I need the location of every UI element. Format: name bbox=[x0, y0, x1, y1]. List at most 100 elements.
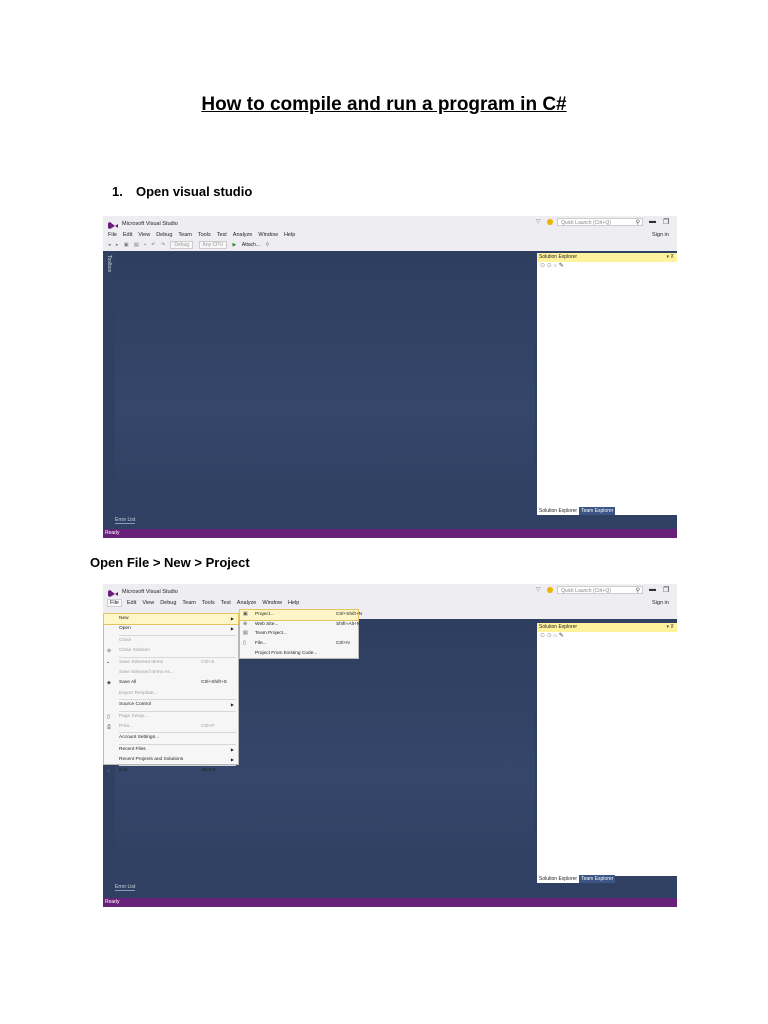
menu-test[interactable]: Test bbox=[221, 600, 231, 606]
menu-window[interactable]: Window bbox=[262, 600, 282, 606]
sign-in-link[interactable]: Sign in bbox=[652, 600, 669, 606]
file-menu-item-shortcut: Ctrl+S bbox=[201, 659, 215, 665]
file-menu-item-shortcut: Ctrl+Shift+S bbox=[201, 680, 227, 686]
file-menu-item[interactable]: ⎙ Print... Ctrl+P bbox=[104, 722, 238, 732]
file-menu-item[interactable]: Export Template... bbox=[104, 689, 238, 699]
new-submenu-item[interactable]: ▯ File... Ctrl+N bbox=[240, 639, 358, 649]
attach-button[interactable]: Attach... bbox=[242, 242, 260, 248]
back-icon[interactable]: ◂ bbox=[108, 242, 111, 248]
new-submenu-item-label: Project From Existing Code... bbox=[255, 650, 318, 656]
new-submenu-item[interactable]: ⊕ Web Site... Shift+Alt+N bbox=[240, 620, 360, 630]
file-menu-item-label: Print... bbox=[119, 723, 133, 729]
menu-tools[interactable]: Tools bbox=[198, 232, 211, 238]
minimize-icon[interactable]: ▬ bbox=[649, 586, 656, 593]
menu-help[interactable]: Help bbox=[288, 600, 299, 606]
menu-tools[interactable]: Tools bbox=[202, 600, 215, 606]
menu-edit[interactable]: Edit bbox=[123, 232, 132, 238]
print-icon: ⎙ bbox=[107, 723, 112, 730]
file-menu-item[interactable]: Save Selected Items As... bbox=[104, 668, 238, 678]
file-menu-item[interactable]: ▪ Save Selected Items Ctrl+S bbox=[104, 658, 238, 668]
menu-edit[interactable]: Edit bbox=[127, 600, 136, 606]
back-icon[interactable]: ⊙ bbox=[540, 633, 545, 639]
file-menu-item-label: Save Selected Items bbox=[119, 659, 163, 665]
redo-icon[interactable]: ↷ bbox=[161, 242, 165, 248]
restore-icon[interactable]: ❐ bbox=[663, 218, 669, 226]
forward-icon[interactable]: ⊙ bbox=[547, 633, 552, 639]
tab-team-explorer[interactable]: Team Explorer bbox=[579, 875, 616, 883]
file-menu-item-label: Close bbox=[119, 637, 132, 643]
feedback-smiley-icon[interactable] bbox=[547, 219, 553, 225]
properties-icon[interactable]: ✎ bbox=[559, 633, 564, 639]
properties-icon[interactable]: ✎ bbox=[559, 263, 564, 269]
undo-icon[interactable]: ↶ bbox=[151, 242, 155, 248]
file-menu-item[interactable]: ⊘ Close Solution bbox=[104, 646, 238, 656]
search-icon: ⚲ bbox=[635, 588, 640, 594]
new-submenu-item[interactable]: Project From Existing Code... bbox=[240, 649, 358, 659]
file-menu-item[interactable]: ▯ Page Setup... bbox=[104, 712, 238, 722]
sign-in-link[interactable]: Sign in bbox=[652, 232, 669, 238]
open-icon[interactable]: ▤ bbox=[134, 242, 139, 248]
tab-team-explorer[interactable]: Team Explorer bbox=[579, 507, 616, 515]
toolbox-tab[interactable]: Toolbox bbox=[105, 255, 112, 272]
new-submenu-item[interactable]: ▤ Team Project... bbox=[240, 629, 358, 639]
window-title: Microsoft Visual Studio bbox=[122, 221, 178, 227]
error-list-tab[interactable]: Error List bbox=[115, 517, 136, 524]
menu-team[interactable]: Team bbox=[182, 600, 195, 606]
find-icon[interactable]: ⚲ bbox=[265, 242, 269, 248]
new-submenu-item-shortcut: Ctrl+Shift+N bbox=[336, 612, 363, 617]
file-menu-item[interactable]: Source Control ▶ bbox=[104, 700, 238, 710]
forward-icon[interactable]: ⊙ bbox=[547, 263, 552, 269]
quick-launch-input[interactable]: Quick Launch (Ctrl+Q) ⚲ bbox=[557, 586, 643, 594]
quick-launch-input[interactable]: Quick Launch (Ctrl+Q) ⚲ bbox=[557, 218, 643, 226]
file-menu-item-label: Open bbox=[119, 626, 131, 632]
tab-solution-explorer[interactable]: Solution Explorer bbox=[537, 875, 580, 883]
home-icon[interactable]: ⌂ bbox=[553, 633, 557, 639]
menu-debug[interactable]: Debug bbox=[160, 600, 176, 606]
exit-icon: ■ bbox=[107, 768, 111, 775]
new-submenu-item[interactable]: ▣ Project... Ctrl+Shift+N bbox=[239, 609, 362, 621]
menu-analyze[interactable]: Analyze bbox=[233, 232, 253, 238]
menu-team[interactable]: Team bbox=[178, 232, 191, 238]
menu-help[interactable]: Help bbox=[284, 232, 295, 238]
menu-analyze[interactable]: Analyze bbox=[237, 600, 257, 606]
platform-dropdown[interactable]: Any CPU bbox=[198, 241, 228, 249]
window-title: Microsoft Visual Studio bbox=[122, 589, 178, 595]
save-icon[interactable]: ▪ bbox=[144, 242, 146, 248]
notification-filter-icon[interactable]: ▽ bbox=[536, 218, 541, 225]
menu-test[interactable]: Test bbox=[217, 232, 227, 238]
feedback-smiley-icon[interactable] bbox=[547, 587, 553, 593]
file-menu-item[interactable]: ■ Exit Alt+F4 bbox=[104, 766, 238, 776]
error-list-tab[interactable]: Error List bbox=[115, 884, 136, 891]
file-menu-item[interactable]: ◆ Save All Ctrl+Shift+S bbox=[104, 678, 238, 688]
restore-icon[interactable]: ❐ bbox=[663, 586, 669, 594]
new-project-icon[interactable]: ▣ bbox=[124, 242, 129, 248]
file-menu-item[interactable]: Close bbox=[104, 636, 238, 646]
file-menu-item[interactable]: Recent Files ▶ bbox=[104, 745, 238, 755]
config-dropdown[interactable]: Debug bbox=[170, 241, 194, 249]
file-menu: New ▶ Open ▶ Close ⊘ Close Solution ▪ Save Selec… bbox=[103, 612, 239, 774]
file-menu-item[interactable]: Open ▶ bbox=[104, 624, 238, 634]
step-2: Open File > New > Project bbox=[90, 555, 250, 570]
file-menu-item[interactable]: Recent Projects and Solutions ▶ bbox=[104, 755, 238, 765]
back-icon[interactable]: ⊙ bbox=[540, 263, 545, 269]
file-menu-item[interactable]: Account Settings... bbox=[104, 733, 238, 743]
page-setup-icon: ▯ bbox=[107, 713, 110, 720]
menu-debug[interactable]: Debug bbox=[156, 232, 172, 238]
pin-icon[interactable]: ▾ ⊼ bbox=[666, 623, 674, 632]
menu-file[interactable]: File bbox=[108, 232, 117, 238]
menu-window[interactable]: Window bbox=[258, 232, 278, 238]
start-icon[interactable]: ▶ bbox=[233, 242, 237, 248]
notification-filter-icon[interactable]: ▽ bbox=[536, 586, 541, 593]
chevron-right-icon: ▶ bbox=[230, 626, 234, 632]
menu-file[interactable]: File bbox=[107, 599, 122, 607]
chevron-right-icon: ▶ bbox=[230, 746, 234, 752]
minimize-icon[interactable]: ▬ bbox=[649, 218, 656, 225]
pin-icon[interactable]: ▾ ⊼ bbox=[666, 253, 674, 262]
file-menu-item[interactable]: New ▶ bbox=[103, 612, 239, 626]
home-icon[interactable]: ⌂ bbox=[553, 263, 557, 269]
forward-icon[interactable]: ▸ bbox=[116, 242, 119, 248]
menu-view[interactable]: View bbox=[138, 232, 150, 238]
solution-explorer-panel: Solution Explorer ▾ ⊼ ⊙ ⊙ ⌂ ✎ bbox=[537, 253, 677, 515]
tab-solution-explorer[interactable]: Solution Explorer bbox=[537, 507, 580, 515]
menu-view[interactable]: View bbox=[142, 600, 154, 606]
